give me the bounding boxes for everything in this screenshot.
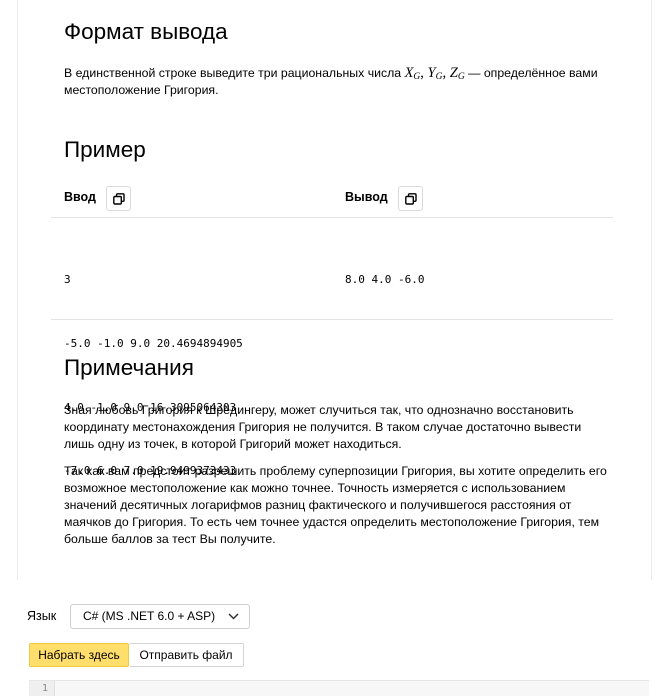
math-sep-1: , xyxy=(420,65,428,81)
notes-line: больше баллов за тест Вы получите. xyxy=(64,532,276,546)
output-label: Вывод xyxy=(345,190,388,204)
math-sep-2: , xyxy=(442,65,450,81)
notes-line: Так как вам предстоит разрешить проблему… xyxy=(64,464,607,478)
copy-output-button[interactable] xyxy=(398,186,423,211)
output-format-text-after: — определённое вами xyxy=(464,66,598,80)
output-format-text-before: В единственной строке выведите три рацио… xyxy=(64,66,405,80)
input-label: Ввод xyxy=(64,190,96,204)
notes-line: координату местонахождения Григория не п… xyxy=(64,420,582,434)
math-sub-z: G xyxy=(457,72,465,82)
sample-divider-top xyxy=(51,217,613,218)
notes-paragraph-1: Зная любовь Григория к Шрёдингеру, может… xyxy=(64,402,639,453)
language-select-value: C# (MS .NET 6.0 + ASP) xyxy=(83,609,216,623)
editor-line-number: 1 xyxy=(42,683,49,694)
math-var-y: Y xyxy=(427,65,436,81)
tab-upload-file[interactable]: Отправить файл xyxy=(129,643,244,667)
language-label: Язык xyxy=(27,609,57,623)
copy-input-button[interactable] xyxy=(106,186,131,211)
code-editor[interactable]: 1 xyxy=(29,680,649,696)
output-vars-math: XG, YG, ZG xyxy=(405,65,465,82)
output-format-line1: В единственной строке выведите три рацио… xyxy=(64,65,634,82)
output-format-text: В единственной строке выведите три рацио… xyxy=(64,65,634,99)
math-sub-y: G xyxy=(435,72,443,82)
notes-line: маячков до Григория. То есть чем точнее … xyxy=(64,515,600,529)
sample-output: 8.0 4.0 -6.0 xyxy=(345,227,424,312)
sample-input-line: 3 xyxy=(64,273,71,287)
notes-line: лишь одну из точек, в которой Григорий м… xyxy=(64,437,402,451)
tab-write-here[interactable]: Набрать здесь xyxy=(29,643,129,667)
output-format-title: Формат вывода xyxy=(64,19,228,44)
editor-gutter: 1 xyxy=(29,681,55,696)
sample-divider-bottom xyxy=(51,319,613,320)
language-select[interactable]: C# (MS .NET 6.0 + ASP) xyxy=(70,604,250,629)
notes-line: Зная любовь Григория к Шрёдингеру, может… xyxy=(64,403,574,417)
sample-input-line: -5.0 -1.0 9.0 20.4694894905 xyxy=(64,337,243,351)
math-var-z: Z xyxy=(449,65,458,81)
example-title: Пример xyxy=(64,137,146,162)
notes-line: возможное местоположение как можно точне… xyxy=(64,481,566,495)
copy-icon xyxy=(404,192,417,205)
notes-line: значений десятичных логарифмов разниц фа… xyxy=(64,498,572,512)
chevron-down-icon xyxy=(228,613,239,620)
notes-title: Примечания xyxy=(64,355,194,380)
output-format-line2: местоположение Григория. xyxy=(64,83,219,97)
notes-paragraph-2: Так как вам предстоит разрешить проблему… xyxy=(64,463,639,548)
copy-icon xyxy=(112,192,125,205)
sample-output-line: 8.0 4.0 -6.0 xyxy=(345,273,425,287)
